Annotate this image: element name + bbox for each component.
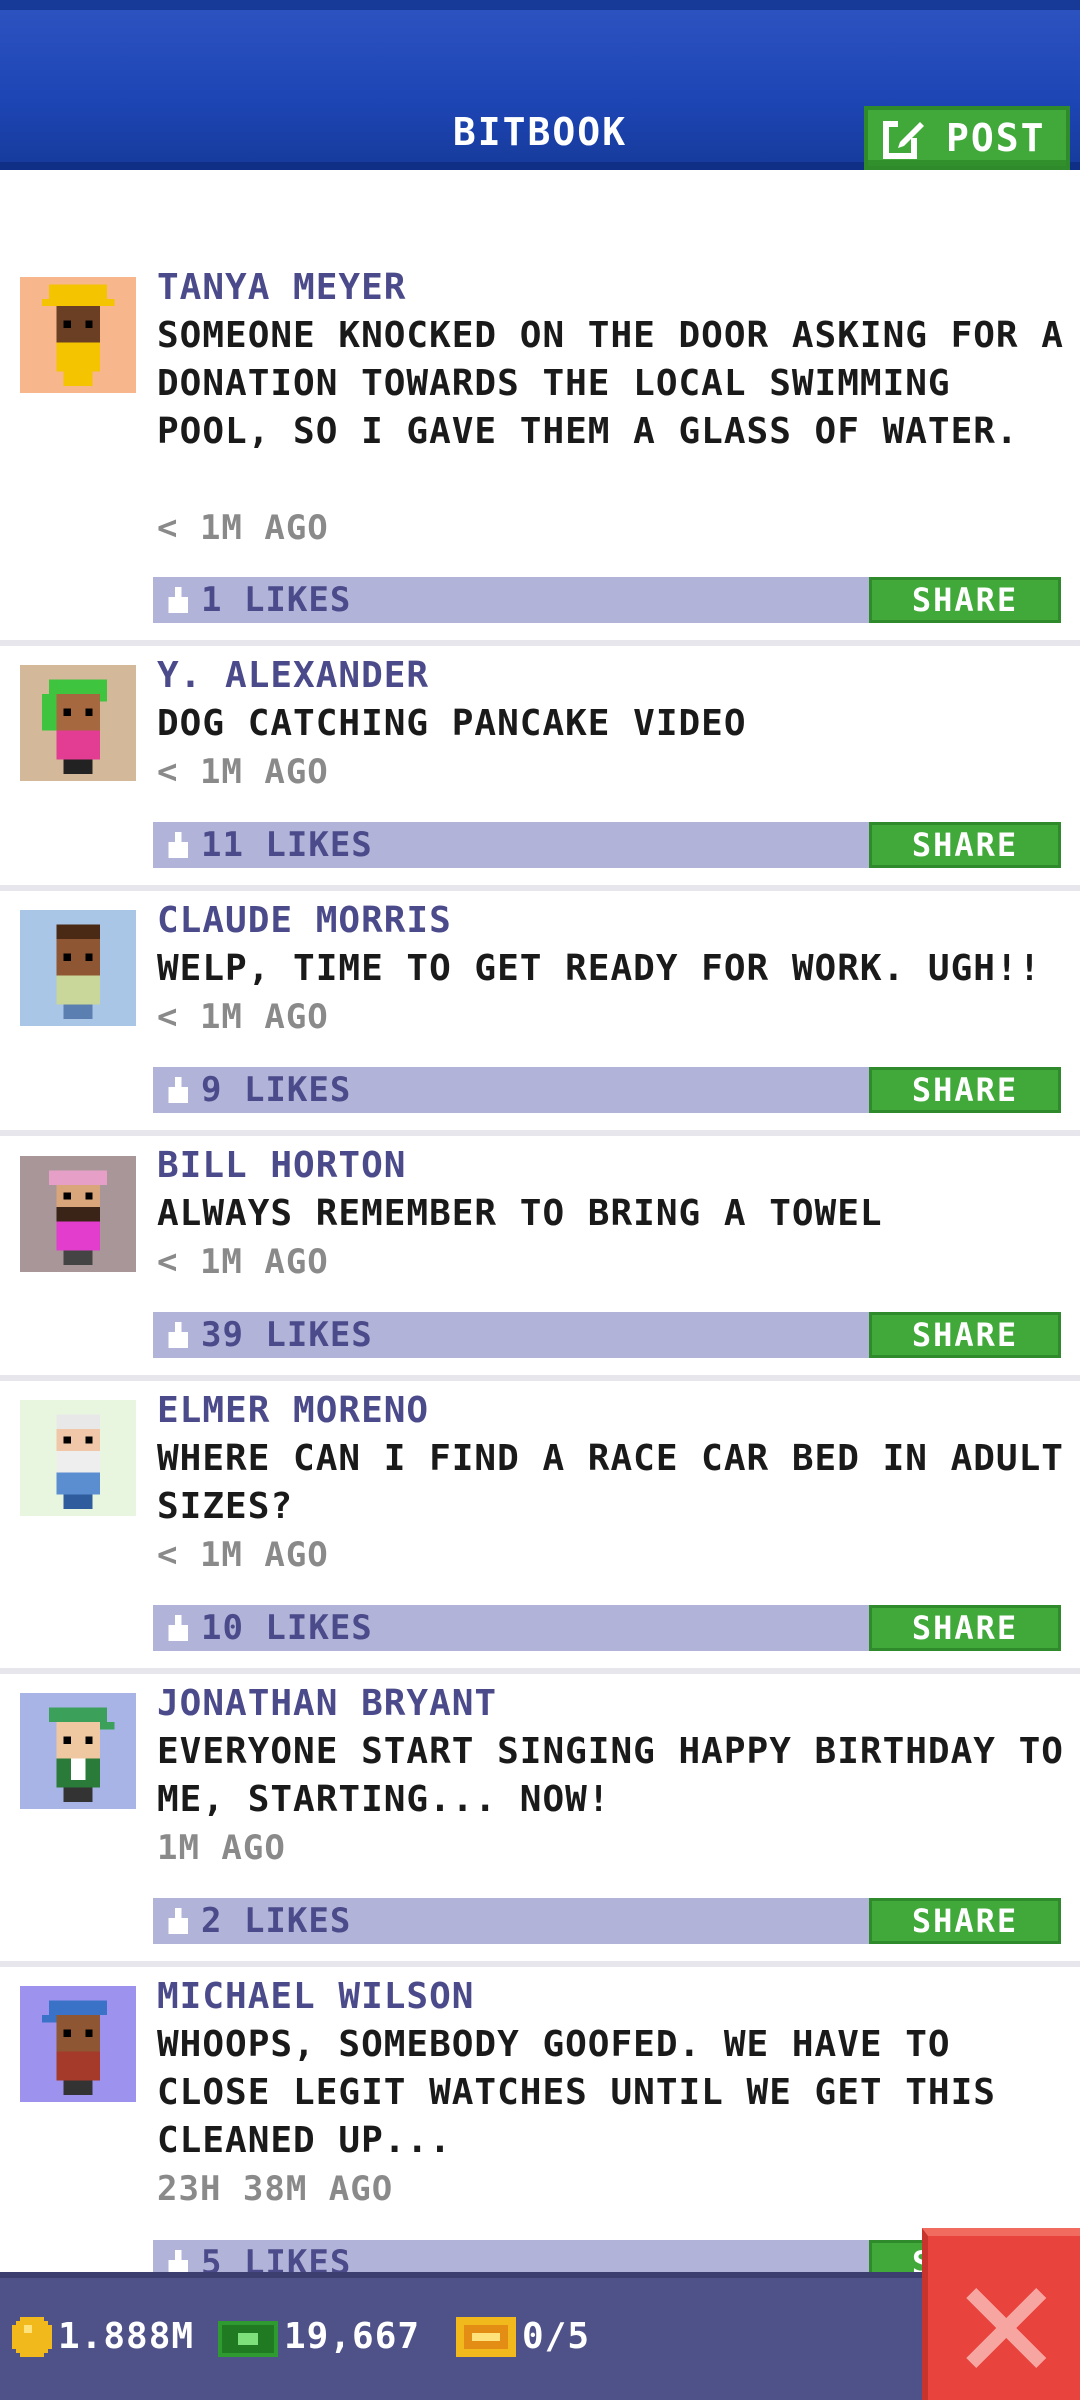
share-button[interactable]: SHARE (869, 1605, 1061, 1651)
post-divider (0, 885, 1080, 891)
thumbs-up-icon (168, 1322, 188, 1348)
avatar[interactable] (20, 1400, 136, 1516)
post-button[interactable]: POST (864, 106, 1070, 170)
post-time: 23H 38M AGO (157, 2169, 394, 2209)
post-author[interactable]: MICHAEL WILSON (157, 1976, 474, 2017)
avatar[interactable] (20, 665, 136, 781)
share-button[interactable]: SHARE (869, 1067, 1061, 1113)
post-text: ALWAYS REMEMBER TO BRING A TOWEL (157, 1193, 883, 1234)
coins-stat: 1.888M (12, 2316, 194, 2357)
share-button[interactable]: SHARE (869, 577, 1061, 623)
share-button[interactable]: SHARE (869, 822, 1061, 868)
like-bar[interactable]: 39 LIKES SHARE (153, 1312, 1061, 1358)
thumbs-up-icon (168, 832, 188, 858)
like-bar[interactable]: 2 LIKES SHARE (153, 1898, 1061, 1944)
like-count: 9 LIKES (201, 1070, 352, 1110)
avatar[interactable] (20, 1986, 136, 2102)
post-author[interactable]: ELMER MORENO (157, 1390, 429, 1431)
thumbs-up-icon (168, 587, 188, 613)
post-author[interactable]: Y. ALEXANDER (157, 655, 429, 696)
tickets-stat: 0/5 (456, 2316, 590, 2357)
post-text: SOMEONE KNOCKED ON THE DOOR ASKING FOR A… (157, 315, 1064, 452)
thumbs-up-icon (168, 1615, 188, 1641)
post-text: WHOOPS, SOMEBODY GOOFED. WE HAVE TO CLOS… (157, 2024, 996, 2161)
like-count: 1 LIKES (201, 580, 352, 620)
app-header: BITBOOK POST (0, 0, 1080, 170)
share-button[interactable]: SHARE (869, 1312, 1061, 1358)
post-divider (0, 1961, 1080, 1967)
close-button[interactable] (922, 2228, 1080, 2400)
bux-value: 19,667 (284, 2316, 421, 2357)
avatar[interactable] (20, 277, 136, 393)
post-author[interactable]: CLAUDE MORRIS (157, 900, 452, 941)
thumbs-up-icon (168, 1908, 188, 1934)
post-text: WELP, TIME TO GET READY FOR WORK. UGH!! (157, 948, 1042, 989)
like-bar[interactable]: 1 LIKES SHARE (153, 577, 1061, 623)
like-count: 2 LIKES (201, 1901, 352, 1941)
post-text: WHERE CAN I FIND A RACE CAR BED IN ADULT… (157, 1438, 1064, 1527)
bux-stat: 19,667 (218, 2316, 420, 2357)
post-time: < 1M AGO (157, 1535, 329, 1575)
ticket-icon (456, 2316, 516, 2357)
like-bar[interactable]: 9 LIKES SHARE (153, 1067, 1061, 1113)
avatar[interactable] (20, 1693, 136, 1809)
coin-icon (12, 2316, 52, 2357)
post-time: < 1M AGO (157, 997, 329, 1037)
edit-icon (883, 118, 926, 159)
avatar[interactable] (20, 910, 136, 1026)
post-time: 1M AGO (157, 1828, 286, 1868)
post-time: < 1M AGO (157, 508, 329, 548)
avatar[interactable] (20, 1156, 136, 1272)
cash-icon (218, 2320, 278, 2357)
thumbs-up-icon (168, 1077, 188, 1103)
share-button[interactable]: SHARE (869, 1898, 1061, 1944)
close-icon (966, 2288, 1046, 2368)
post-author[interactable]: BILL HORTON (157, 1145, 406, 1186)
post-text: EVERYONE START SINGING HAPPY BIRTHDAY TO… (157, 1731, 1064, 1820)
currency-bar: 1.888M 19,667 0/5 (0, 2272, 1080, 2400)
like-count: 39 LIKES (201, 1315, 373, 1355)
post-author[interactable]: TANYA MEYER (157, 267, 406, 308)
post-divider (0, 1668, 1080, 1674)
like-count: 10 LIKES (201, 1608, 373, 1648)
post-divider (0, 1375, 1080, 1381)
post-button-label: POST (946, 116, 1046, 160)
post-divider (0, 640, 1080, 646)
coins-value: 1.888M (58, 2316, 195, 2357)
post-divider (0, 1130, 1080, 1136)
like-bar[interactable]: 10 LIKES SHARE (153, 1605, 1061, 1651)
like-count: 11 LIKES (201, 825, 373, 865)
tickets-value: 0/5 (522, 2316, 591, 2357)
post-time: < 1M AGO (157, 752, 329, 792)
like-bar[interactable]: 11 LIKES SHARE (153, 822, 1061, 868)
post-text: DOG CATCHING PANCAKE VIDEO (157, 703, 747, 744)
post-author[interactable]: JONATHAN BRYANT (157, 1683, 497, 1724)
post-time: < 1M AGO (157, 1242, 329, 1282)
